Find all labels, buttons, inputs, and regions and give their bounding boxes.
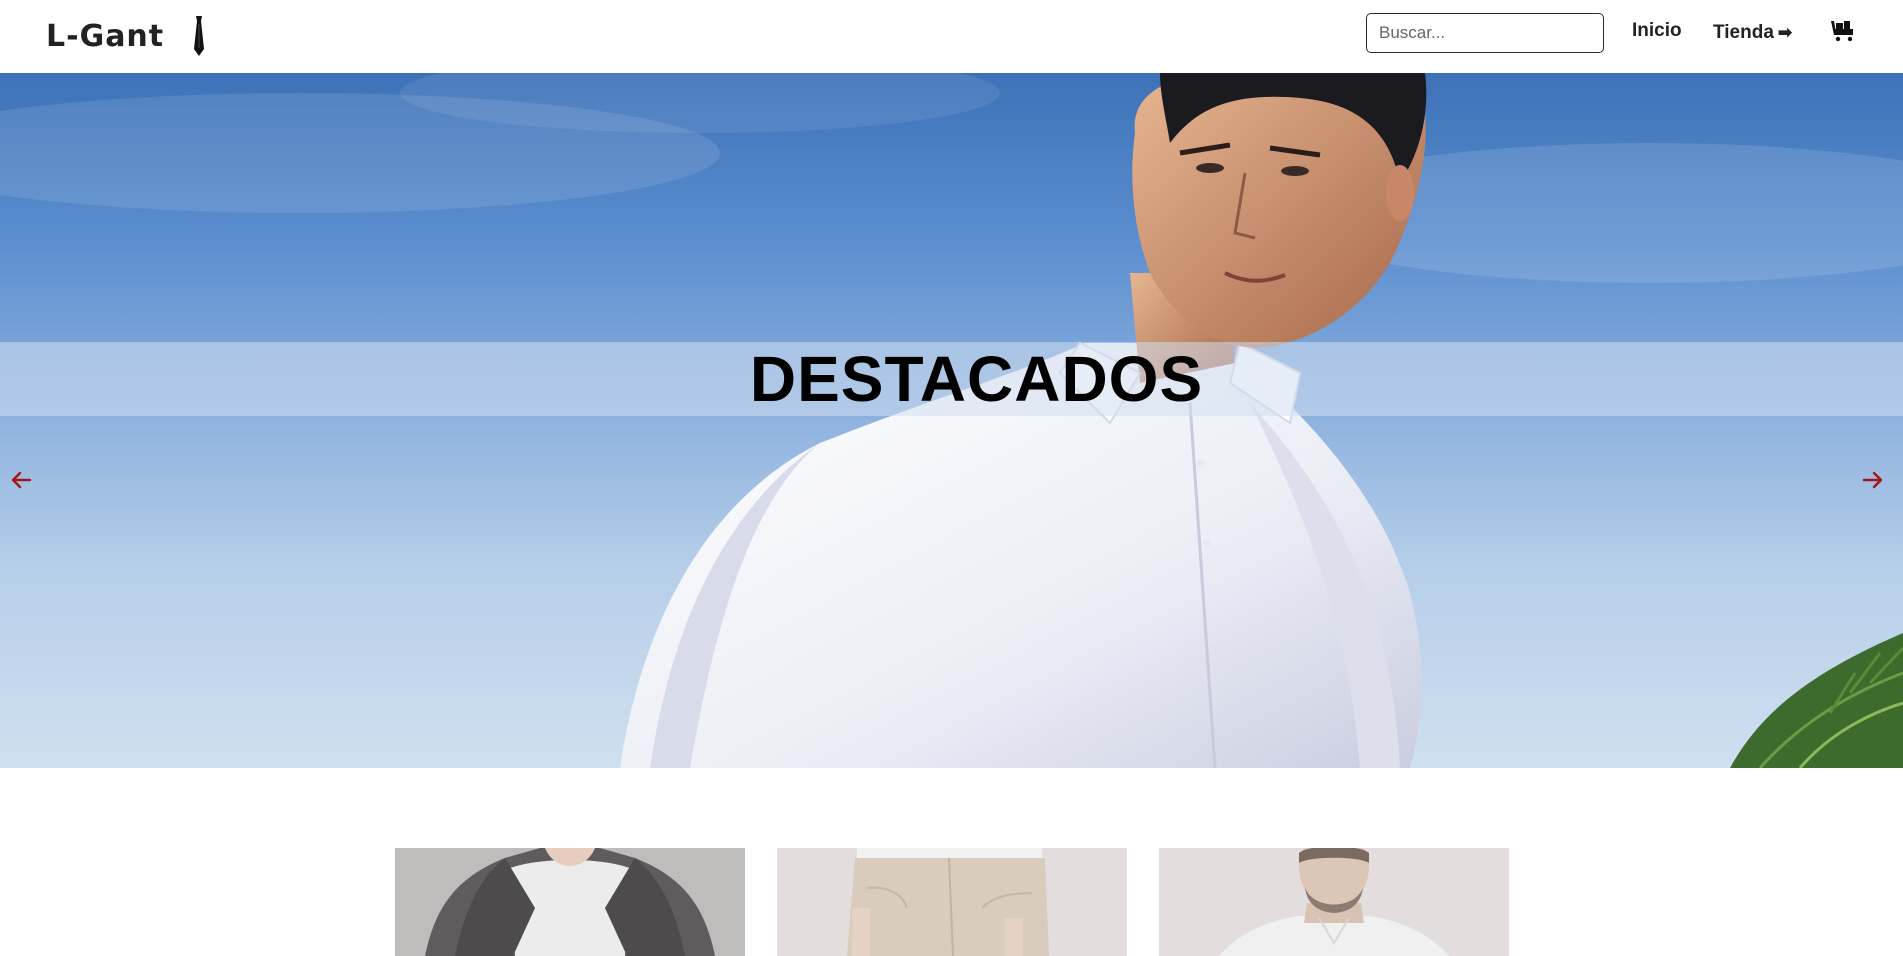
- product-image-man-in-white-shirt: [1159, 848, 1509, 956]
- brand-logo[interactable]: L-Gant: [46, 14, 206, 58]
- navbar: L-Gant Inicio Tienda➡: [0, 0, 1903, 73]
- product-card[interactable]: [1159, 848, 1509, 956]
- nav-link-tienda[interactable]: Tienda ➡: [1713, 22, 1792, 44]
- nav-link-inicio[interactable]: Inicio: [1632, 20, 1682, 42]
- product-card[interactable]: [777, 848, 1127, 956]
- brand-name: L-Gant: [46, 18, 165, 54]
- necktie-icon: [194, 16, 205, 56]
- hero-banner: DESTACADOS: [0, 342, 1903, 416]
- cart-icon[interactable]: [1830, 18, 1856, 44]
- search-input[interactable]: [1366, 13, 1604, 53]
- featured-products: [0, 848, 1903, 956]
- hero-title: DESTACADOS: [749, 343, 1204, 415]
- product-card[interactable]: [395, 848, 745, 956]
- right-arrow-icon: ➡: [1777, 23, 1793, 42]
- arrow-left-icon: [11, 471, 32, 489]
- arrow-right-icon: [1862, 471, 1883, 489]
- product-image-man-in-dark-blazer: [395, 848, 745, 956]
- hero-carousel: DESTACADOS: [0, 73, 1903, 768]
- carousel-prev-button[interactable]: [6, 465, 36, 495]
- carousel-next-button[interactable]: [1858, 465, 1888, 495]
- product-image-beige-trousers: [777, 848, 1127, 956]
- hero-image: [0, 73, 1903, 768]
- nav-link-tienda-label: Tienda: [1713, 22, 1774, 43]
